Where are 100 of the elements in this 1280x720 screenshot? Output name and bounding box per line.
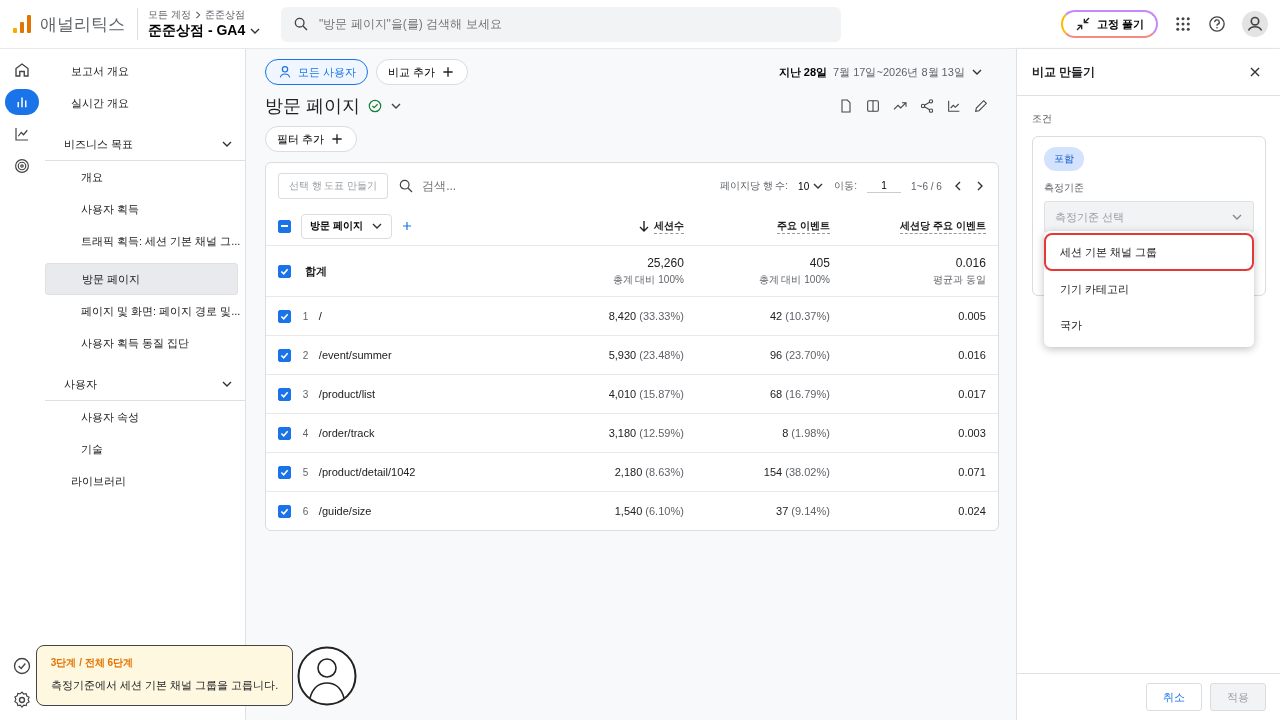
nav-section-header[interactable]: 비즈니스 목표 — [44, 128, 245, 161]
breadcrumb-link[interactable]: 준준상점 — [204, 8, 245, 22]
nav-item[interactable]: 실시간 개요 — [44, 87, 238, 119]
column-header[interactable]: 세션당 주요 이벤트 — [900, 218, 986, 234]
row-checkbox[interactable] — [277, 387, 291, 401]
table-cell: 8 (1.98%) — [782, 427, 830, 439]
tour-message: 측정기준에서 세션 기본 채널 그룹을 고릅니다. — [50, 678, 279, 693]
page-range: 1~6 / 6 — [911, 180, 942, 192]
table-search-field[interactable]: 검색... — [420, 178, 580, 194]
verified-check-icon — [367, 99, 382, 113]
plus-icon — [440, 64, 456, 80]
table-cell: /product/list — [318, 388, 376, 400]
nav-section-label: 사용자 — [63, 376, 97, 392]
total-comparison: 평균과 동일 — [933, 272, 986, 287]
rows-per-page-selector[interactable]: 10 — [798, 180, 825, 192]
nav-item[interactable]: 보고서 개요 — [44, 55, 238, 87]
date-range-selector[interactable]: 지난 28일 7월 17일~2026년 8월 13일 — [772, 63, 989, 81]
analytics-logo-icon — [12, 14, 32, 34]
dimension-label: 측정기준 — [1043, 181, 1085, 195]
row-checkbox[interactable] — [277, 348, 291, 362]
cancel-button[interactable]: 취소 — [1146, 683, 1202, 711]
search-icon — [293, 16, 309, 32]
dropdown-option[interactable]: 세션 기본 채널 그룹 — [1043, 233, 1254, 271]
nav-item[interactable]: 개요 — [44, 161, 238, 193]
table-cell: /product/detail/1042 — [318, 466, 416, 478]
account-avatar-icon[interactable] — [1242, 11, 1268, 37]
edit-pencil-icon[interactable] — [972, 98, 989, 114]
row-checkbox[interactable] — [277, 504, 291, 518]
tour-step: 3단계 / 전체 6단계 — [50, 656, 134, 670]
table-cell: 1,540 (6.10%) — [614, 505, 684, 517]
table-cell: 0.071 — [958, 466, 986, 478]
nav-item[interactable]: 기술 — [44, 433, 238, 465]
nav-item[interactable]: 방문 페이지 — [44, 263, 238, 295]
table-cell: /event/summer — [318, 349, 392, 361]
nav-item[interactable]: 페이지 및 화면: 페이지 경로 및... — [44, 295, 238, 327]
product-name: 애널리틱스 — [40, 13, 125, 36]
total-value: 25,260 — [647, 255, 684, 270]
table-cell: 68 (16.79%) — [769, 388, 830, 400]
add-filter-button[interactable]: 필터 추가 — [264, 126, 357, 152]
nav-item[interactable]: 사용자 획득 — [44, 193, 238, 225]
dropdown-option[interactable]: 국가 — [1043, 307, 1254, 343]
nav-item[interactable]: 사용자 속성 — [44, 401, 238, 433]
table-cell: 37 (9.14%) — [776, 505, 830, 517]
nav-item[interactable]: 라이브러리 — [44, 465, 238, 497]
settings-icon[interactable] — [12, 690, 33, 710]
share-icon[interactable] — [918, 98, 935, 114]
select-all-checkbox[interactable] — [277, 219, 291, 233]
table-cell: /order/track — [318, 427, 375, 439]
row-checkbox[interactable] — [277, 426, 291, 440]
table-cell: 0.016 — [958, 349, 986, 361]
unpin-button[interactable]: 고정 풀기 — [1060, 10, 1158, 38]
checkmark-circle-icon[interactable] — [12, 656, 33, 676]
table-cell: 3,180 (12.59%) — [608, 427, 684, 439]
nav-section-header[interactable]: 사용자 — [44, 368, 245, 401]
goto-page-field[interactable]: 1 — [867, 179, 901, 193]
row-checkbox[interactable] — [277, 264, 291, 278]
help-icon[interactable] — [1208, 15, 1226, 33]
nav-item[interactable]: 트래픽 획득: 세션 기본 채널 그... — [44, 225, 238, 257]
total-value: 0.016 — [955, 255, 986, 270]
total-label: 합계 — [304, 263, 327, 279]
sort-descending-icon[interactable] — [637, 220, 650, 232]
property-selector[interactable]: 준준상점 - GA4 — [148, 22, 273, 40]
column-header[interactable]: 주요 이벤트 — [777, 218, 830, 234]
chevron-right-icon — [193, 11, 202, 19]
row-number: 2 — [302, 349, 310, 361]
table-cell: 154 (38.02%) — [763, 466, 830, 478]
row-number: 3 — [302, 388, 310, 400]
total-comparison: 총계 대비 100% — [612, 272, 684, 287]
panel-title: 비교 만들기 — [1031, 63, 1096, 81]
table-cell: 2,180 (8.63%) — [614, 466, 684, 478]
segment-chip[interactable]: 모든 사용자 — [264, 59, 368, 85]
dropdown-option[interactable]: 기기 카테고리 — [1043, 271, 1254, 307]
nav-item[interactable]: 사용자 획득 동질 집단 — [44, 327, 238, 359]
table-cell: /guide/size — [318, 505, 372, 517]
dimension-selector[interactable]: 방문 페이지 — [300, 213, 392, 239]
row-number: 1 — [302, 310, 310, 322]
breadcrumb-link[interactable]: 모든 계정 — [148, 8, 191, 22]
include-chip[interactable]: 포함 — [1043, 147, 1084, 171]
line-chart-icon[interactable] — [945, 98, 962, 114]
condition-label: 조건 — [1031, 112, 1053, 126]
table-cell: / — [318, 310, 322, 322]
total-comparison: 총계 대비 100% — [758, 272, 830, 287]
search-icon — [398, 178, 415, 194]
split-view-icon[interactable] — [864, 98, 881, 114]
row-number: 5 — [302, 466, 310, 478]
nav-section-label: 비즈니스 목표 — [63, 136, 133, 152]
row-number: 6 — [302, 505, 310, 517]
search-field[interactable]: "방문 페이지"을(를) 검색해 보세요 — [281, 6, 841, 42]
apps-grid-icon[interactable] — [1174, 15, 1192, 33]
row-checkbox[interactable] — [277, 465, 291, 479]
bar-chart-icon[interactable] — [5, 89, 40, 115]
add-comparison-button[interactable]: 비교 추가 — [375, 59, 468, 85]
goto-label: 이동: — [834, 179, 857, 193]
table-cell: 0.024 — [958, 505, 986, 517]
total-value: 405 — [809, 255, 830, 270]
row-checkbox[interactable] — [277, 309, 291, 323]
table-cell: 42 (10.37%) — [769, 310, 830, 322]
column-header[interactable]: 세션수 — [653, 218, 684, 234]
close-icon[interactable] — [1249, 66, 1261, 78]
guide-avatar-icon — [297, 645, 358, 706]
